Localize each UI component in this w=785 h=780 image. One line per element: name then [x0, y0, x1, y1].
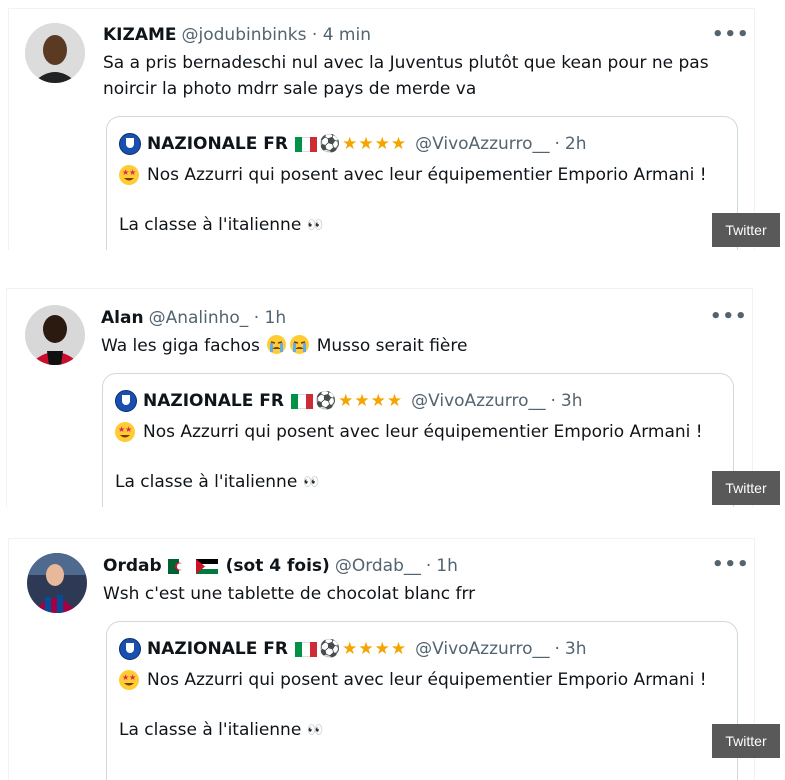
star-icon: ★★★★ [342, 134, 408, 154]
avatar[interactable] [25, 23, 85, 83]
quoted-text: La classe à l'italienne [115, 472, 298, 492]
star-struck-emoji-icon: ★ ★ [119, 670, 139, 690]
twitter-badge: Twitter [712, 471, 780, 505]
author-name[interactable]: Alan [101, 308, 144, 328]
soccer-ball-icon: ⚽ [314, 391, 337, 411]
timestamp[interactable]: 1h [436, 556, 458, 576]
author-name[interactable]: KIZAME [103, 25, 177, 45]
separator: · [253, 308, 260, 328]
tweet-header: KIZAME @jodubinbinks · 4 min [103, 25, 371, 45]
tweet-text: Wsh c'est une tablette de chocolat blanc… [103, 581, 723, 607]
italy-flag-icon [294, 641, 317, 657]
quoted-tweet[interactable]: NAZIONALE FR ⚽ ★★★★ @VivoAzzurro__ · 3h … [106, 621, 738, 780]
quoted-timestamp[interactable]: 3h [565, 639, 587, 659]
avatar-image [25, 305, 85, 365]
tweet-text-part: Musso serait fière [316, 336, 468, 356]
star-struck-emoji-icon: ★ ★ [115, 422, 135, 442]
tweet-text: Sa a pris bernadeschi nul avec la Juvent… [103, 50, 723, 102]
quoted-text: Nos Azzurri qui posent avec leur équipem… [143, 422, 703, 442]
timestamp[interactable]: 1h [265, 308, 287, 328]
svg-text:★: ★ [129, 673, 136, 682]
soccer-ball-icon: ⚽ [318, 639, 341, 659]
avatar[interactable] [27, 553, 87, 613]
quoted-tweet[interactable]: NAZIONALE FR ⚽ ★★★★ @VivoAzzurro__ · 2h … [106, 116, 738, 250]
italy-flag-icon [290, 393, 313, 409]
quoted-text-line: La classe à l'italienne 👀 [119, 215, 323, 235]
tweet-card[interactable]: KIZAME @jodubinbinks · 4 min ••• Sa a pri… [8, 8, 755, 250]
tweet-text: Wa les giga fachos Musso serait fière [101, 333, 721, 359]
quoted-text: Nos Azzurri qui posent avec leur équipem… [147, 165, 707, 185]
star-icon: ★★★★ [338, 391, 404, 411]
quoted-text-line: ★ ★ Nos Azzurri qui posent avec leur équi… [115, 422, 703, 442]
separator: · [425, 556, 432, 576]
author-handle[interactable]: @Ordab__ [335, 556, 421, 576]
more-icon[interactable]: ••• [710, 306, 748, 327]
tweet-text-line: Sa a pris bernadeschi nul avec la Juvent… [103, 53, 709, 73]
more-icon[interactable]: ••• [712, 24, 750, 45]
crest-icon [115, 390, 137, 412]
author-name[interactable]: Ordab [103, 556, 162, 576]
crying-emoji-icon [290, 335, 310, 354]
quoted-author-name[interactable]: NAZIONALE FR [147, 134, 288, 154]
quoted-text-line: ★ ★ Nos Azzurri qui posent avec leur équi… [119, 670, 707, 690]
quoted-timestamp[interactable]: 2h [565, 134, 587, 154]
quoted-tweet[interactable]: NAZIONALE FR ⚽ ★★★★ @VivoAzzurro__ · 3h … [102, 373, 734, 507]
quoted-author-handle[interactable]: @VivoAzzurro__ [415, 639, 549, 659]
quoted-author-name[interactable]: NAZIONALE FR [147, 639, 288, 659]
author-handle[interactable]: @Analinho_ [149, 308, 249, 328]
more-icon[interactable]: ••• [712, 554, 750, 575]
tweet-card[interactable]: Ordab (sot 4 fois) @Ordab__ · 1h ••• Wsh… [8, 538, 755, 780]
palestine-flag-icon [195, 558, 218, 574]
twitter-badge: Twitter [712, 724, 780, 758]
crest-icon [119, 133, 141, 155]
separator: · [550, 391, 556, 411]
crying-emoji-icon [267, 335, 287, 354]
timestamp[interactable]: 4 min [323, 25, 371, 45]
star-struck-emoji-icon: ★ ★ [119, 165, 139, 185]
author-name-suffix[interactable]: (sot 4 fois) [226, 556, 330, 576]
avatar[interactable] [25, 305, 85, 365]
separator: · [554, 639, 560, 659]
quoted-tweet-header: NAZIONALE FR ⚽ ★★★★ @VivoAzzurro__ · 3h [119, 638, 587, 660]
eyes-emoji-icon: 👀 [303, 474, 320, 490]
quoted-author-handle[interactable]: @VivoAzzurro__ [411, 391, 545, 411]
author-handle[interactable]: @jodubinbinks [182, 25, 307, 45]
quoted-text: La classe à l'italienne [119, 215, 302, 235]
twitter-badge: Twitter [712, 213, 780, 247]
algeria-flag-icon [167, 558, 190, 574]
quoted-timestamp[interactable]: 3h [561, 391, 583, 411]
tweet-header: Alan @Analinho_ · 1h [101, 308, 286, 328]
separator: · [554, 134, 560, 154]
avatar-image [27, 553, 87, 613]
italy-flag-icon [294, 136, 317, 152]
tweet-card[interactable]: Alan @Analinho_ · 1h ••• Wa les giga fach… [6, 288, 753, 507]
svg-text:★: ★ [129, 168, 136, 177]
quoted-text-line: La classe à l'italienne 👀 [115, 472, 319, 492]
separator: · [311, 25, 318, 45]
tweet-text-part: Wa les giga fachos [101, 336, 260, 356]
svg-text:★: ★ [125, 425, 132, 434]
quoted-author-name[interactable]: NAZIONALE FR [143, 391, 284, 411]
quoted-text-line: La classe à l'italienne 👀 [119, 720, 323, 740]
crest-icon [119, 638, 141, 660]
quoted-tweet-header: NAZIONALE FR ⚽ ★★★★ @VivoAzzurro__ · 2h [119, 133, 587, 155]
tweet-header: Ordab (sot 4 fois) @Ordab__ · 1h [103, 556, 458, 576]
quoted-text: Nos Azzurri qui posent avec leur équipem… [147, 670, 707, 690]
quoted-text: La classe à l'italienne [119, 720, 302, 740]
tweet-text-line: noircir la photo mdrr sale pays de merde… [103, 79, 477, 99]
eyes-emoji-icon: 👀 [307, 217, 324, 233]
quoted-text-line: ★ ★ Nos Azzurri qui posent avec leur équi… [119, 165, 707, 185]
quoted-author-handle[interactable]: @VivoAzzurro__ [415, 134, 549, 154]
quoted-tweet-header: NAZIONALE FR ⚽ ★★★★ @VivoAzzurro__ · 3h [115, 390, 583, 412]
eyes-emoji-icon: 👀 [307, 722, 324, 738]
star-icon: ★★★★ [342, 639, 408, 659]
soccer-ball-icon: ⚽ [318, 134, 341, 154]
avatar-image [25, 23, 85, 83]
tweet-text-line: Wsh c'est une tablette de chocolat blanc… [103, 584, 476, 604]
